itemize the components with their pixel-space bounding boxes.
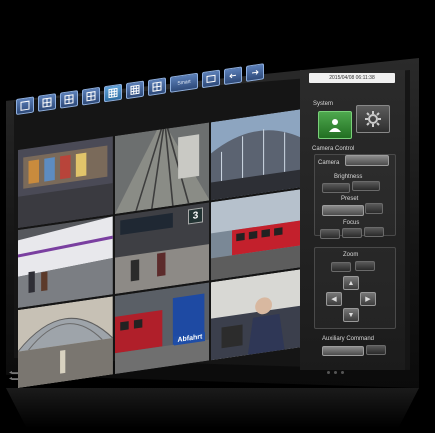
preset-label: Preset [341, 196, 359, 202]
layout-4c-button[interactable] [82, 86, 100, 106]
monitor-side-icons: ◂▬ ◂▬ [9, 370, 19, 382]
layout-grid-button[interactable] [148, 77, 166, 96]
layout-16-button[interactable] [126, 80, 144, 100]
pan-up-button[interactable]: ▲ [343, 276, 359, 290]
nine-grid-icon [108, 87, 118, 99]
camera-tile-1[interactable] [18, 136, 113, 228]
pan-right-button[interactable]: ▶ [360, 292, 376, 306]
auxiliary-command-secondary-button[interactable] [366, 345, 386, 355]
smart-button[interactable]: Smart [170, 72, 198, 93]
focus-far-button[interactable] [364, 227, 384, 237]
camera-tile-5[interactable]: 3 [114, 202, 210, 295]
sequence-button[interactable] [202, 69, 220, 89]
auxiliary-command-label: Auxiliary Command [322, 336, 375, 342]
camera-control-label: Camera Control [312, 146, 355, 152]
layout-4a-button[interactable] [38, 93, 56, 112]
focus-auto-button[interactable] [342, 228, 362, 238]
layout-4b-button[interactable] [60, 90, 78, 109]
zoom-label: Zoom [343, 252, 359, 258]
arrow-right-icon: ▶ [365, 296, 371, 303]
zoom-out-button[interactable] [331, 262, 351, 272]
preset-home-button[interactable] [365, 203, 383, 214]
page-forward-button[interactable] [246, 63, 264, 82]
monitor-power-indicators [327, 371, 344, 374]
quad-view-icon [42, 97, 52, 108]
arrow-down-icon: ▼ [347, 311, 355, 319]
sequence-icon [206, 74, 216, 84]
platform-number-sign: 3 [187, 207, 204, 225]
page-forward-icon [252, 70, 259, 75]
zoom-in-button[interactable] [355, 261, 375, 271]
page-back-icon [229, 73, 236, 79]
settings-button[interactable] [356, 105, 390, 133]
camera-grid: 3 Abfahrt [18, 108, 306, 388]
brightness-label: Brightness [334, 174, 363, 180]
arrow-left-icon: ◀ [331, 296, 337, 303]
quad-view-icon [86, 91, 96, 102]
monitor-reflection [6, 388, 419, 428]
focus-near-button[interactable] [320, 229, 340, 239]
grid-view-icon [152, 81, 162, 92]
layout-1-button[interactable] [16, 96, 34, 115]
camera-tile-9[interactable] [211, 268, 306, 361]
camera-tile-8[interactable]: Abfahrt [114, 282, 210, 375]
pan-down-button[interactable]: ▼ [343, 308, 359, 322]
preset-button[interactable] [322, 205, 364, 216]
gear-icon [365, 111, 381, 127]
quad-view-icon [64, 94, 74, 105]
arrow-up-icon: ▲ [347, 279, 355, 287]
brightness-up-button[interactable] [352, 181, 380, 191]
monitor: Smart 3 Abfahrt 2015/04/08 06:11:38 Syst… [0, 0, 435, 433]
page-back-button[interactable] [224, 66, 242, 86]
pan-left-button[interactable]: ◀ [326, 292, 342, 306]
camera-tile-3[interactable] [211, 108, 306, 201]
nine-grid-icon [130, 84, 140, 96]
user-button[interactable] [318, 111, 352, 139]
brightness-down-button[interactable] [322, 183, 350, 193]
camera-tile-7[interactable] [18, 296, 113, 388]
layout-9-button[interactable] [104, 83, 122, 103]
camera-select-button[interactable] [345, 155, 389, 166]
user-icon [329, 119, 341, 132]
focus-label: Focus [343, 220, 360, 226]
camera-tile-6[interactable] [211, 188, 306, 281]
auxiliary-command-button[interactable] [322, 346, 364, 356]
system-label: System [313, 101, 334, 107]
single-view-icon [20, 100, 30, 111]
camera-tile-2[interactable] [114, 122, 210, 215]
camera-tile-4[interactable] [18, 216, 113, 308]
camera-label: Camera [318, 160, 340, 166]
datetime-display: 2015/04/08 06:11:38 [309, 73, 395, 83]
